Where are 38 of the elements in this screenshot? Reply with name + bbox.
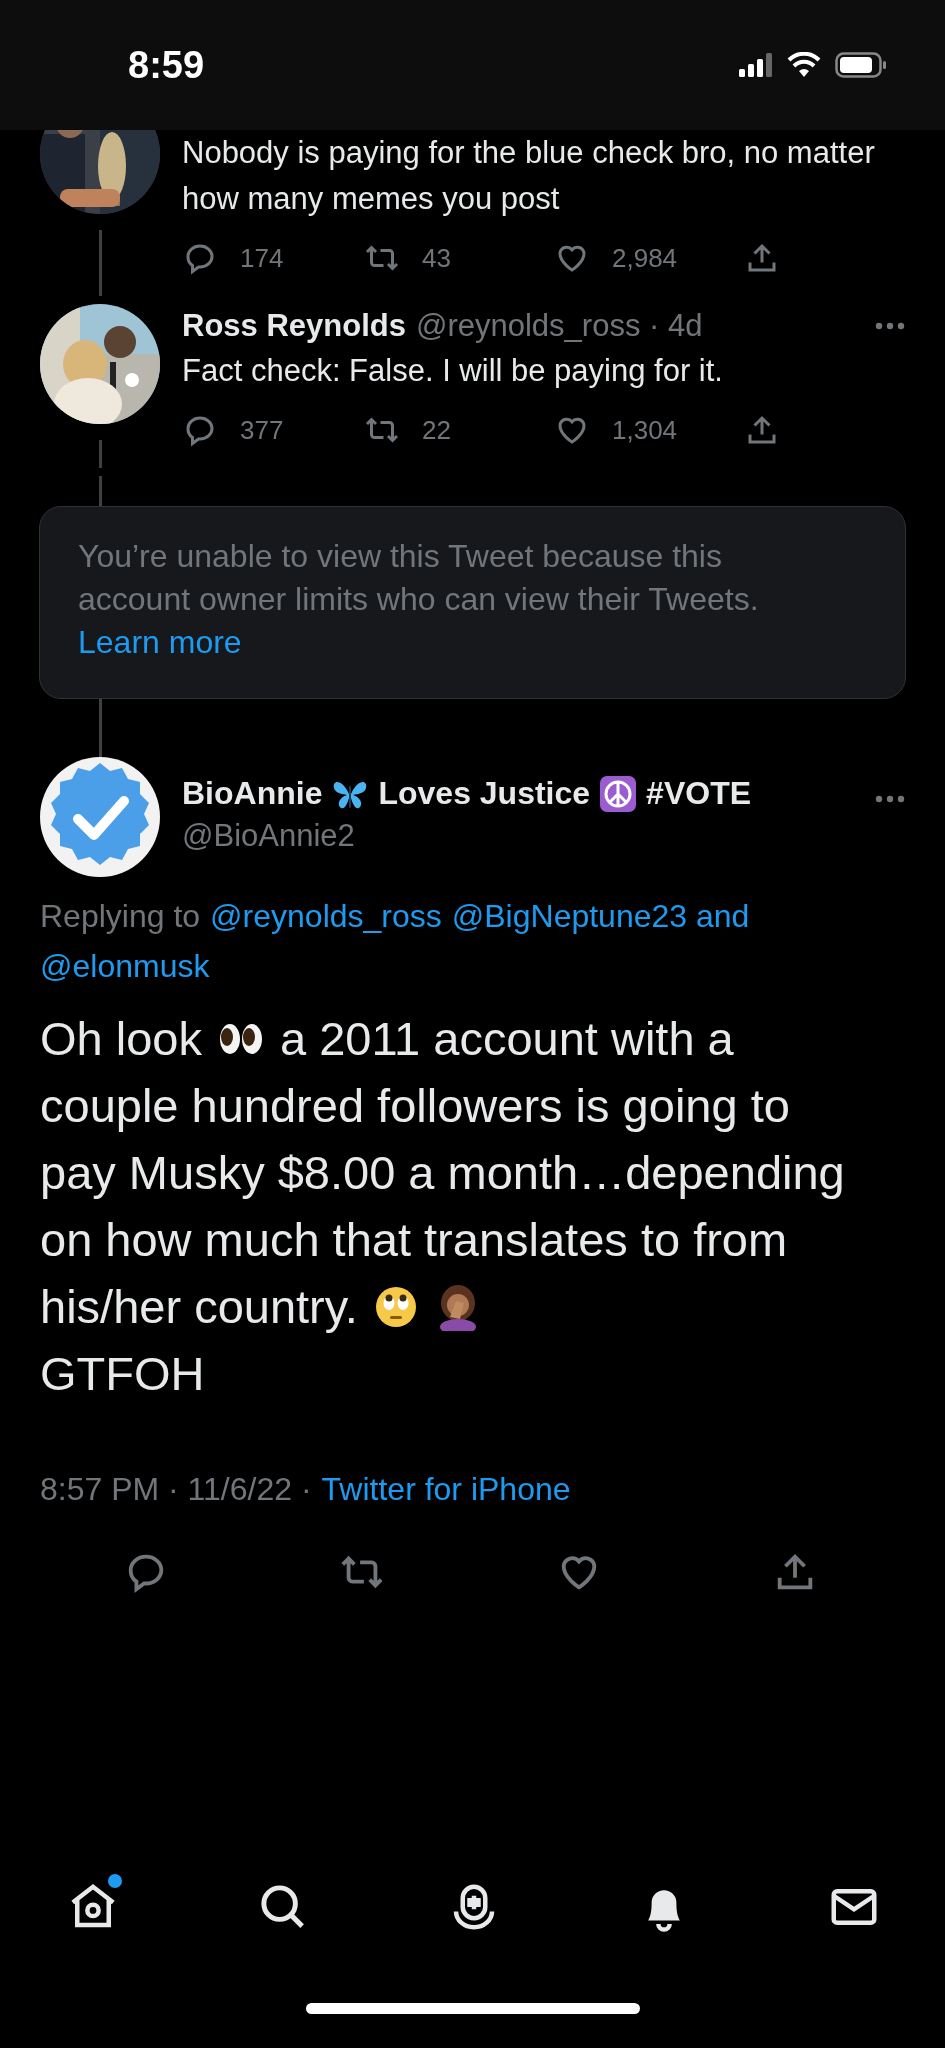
learn-more-link[interactable]: Learn more — [78, 621, 242, 664]
retweet-button[interactable]: 22 — [364, 412, 451, 448]
user-name[interactable]: Ross Reynolds — [182, 308, 406, 344]
tweet-text: his/her country. — [40, 1279, 358, 1335]
tweet-text: on how much that translates to from — [40, 1212, 788, 1268]
mention-link[interactable]: @elonmusk — [40, 941, 210, 991]
tweet-text: Oh look — [40, 1011, 202, 1067]
like-button[interactable]: 2,984 — [554, 240, 678, 276]
reply-button[interactable]: 377 — [182, 412, 284, 448]
tweet-text: couple hundred followers is going to — [40, 1078, 790, 1134]
reply-button[interactable]: 174 — [182, 240, 284, 276]
battery-icon — [835, 52, 887, 78]
tweet-timestamp: 8:57 PM · 11/6/22 · — [40, 1471, 312, 1508]
status-time: 8:59 — [128, 43, 206, 87]
mention-link[interactable]: @BigNeptune23 and — [451, 891, 750, 941]
checkmark-badge-icon — [40, 757, 160, 877]
tweet-text: Fact check: False. I will be paying for it. — [182, 352, 724, 390]
user-handle: @reynolds_ross · 4d — [415, 308, 704, 344]
tweet-text: GTFOH — [40, 1346, 205, 1402]
more-icon[interactable] — [875, 322, 905, 330]
tweet-text: a 2011 account with a — [280, 1011, 734, 1067]
peace-icon — [600, 775, 637, 812]
retweet-button[interactable]: 43 — [364, 240, 451, 276]
notice-text: You’re unable to view this Tweet because this account owner limits who can view their Tweets. — [78, 537, 760, 619]
more-icon[interactable] — [875, 795, 905, 803]
user-name[interactable]: #VOTE — [646, 775, 751, 812]
tweet-text: Nobody is paying for the blue check bro, no matter how many memes you post — [182, 134, 876, 218]
rolling-eyes-icon — [373, 1284, 418, 1329]
tweet-text: pay Musky $8.00 a month…depending — [40, 1145, 845, 1201]
signal-icon — [739, 53, 773, 77]
replying-label: Replying to — [40, 897, 201, 936]
user-name[interactable]: Loves Justice — [378, 775, 591, 812]
like-button[interactable]: 1,304 — [554, 412, 678, 448]
user-handle: @BioAnnie2 — [182, 818, 356, 854]
source-link[interactable]: Twitter for iPhone — [321, 1471, 571, 1508]
mention-link[interactable]: @reynolds_ross — [210, 891, 442, 941]
wifi-icon — [787, 52, 821, 78]
user-name[interactable]: BioAnnie — [182, 775, 323, 812]
